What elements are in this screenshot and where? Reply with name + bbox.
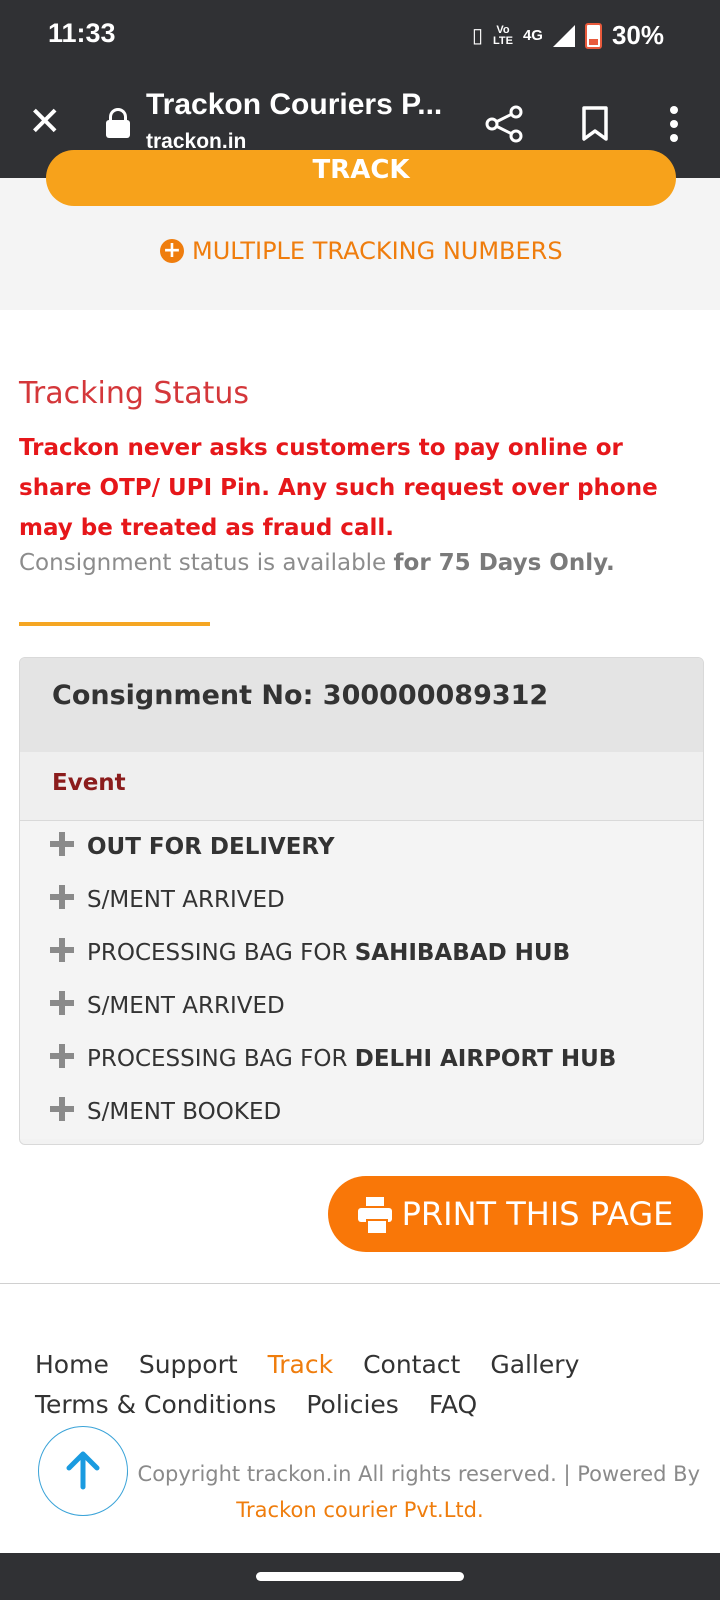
footer-divider	[0, 1283, 720, 1284]
signal-icon	[552, 24, 575, 47]
section-divider	[19, 622, 210, 626]
footer-nav: Home Support Track Contact Gallery	[35, 1350, 579, 1379]
copyright-text: © Copyright trackon.in All rights reserv…	[109, 1462, 700, 1486]
event-row[interactable]: OUT FOR DELIVERY	[20, 821, 703, 875]
event-text: S/MENT ARRIVED	[87, 993, 285, 1019]
print-page-button[interactable]: PRINT THIS PAGE	[328, 1176, 703, 1252]
expand-plus-icon[interactable]	[50, 1097, 74, 1121]
arrow-up-icon	[66, 1451, 100, 1490]
event-row[interactable]: S/MENT ARRIVED	[20, 874, 703, 928]
expand-plus-icon[interactable]	[50, 938, 74, 962]
footer-link-policies[interactable]: Policies	[306, 1390, 398, 1419]
status-time: 11:33	[48, 18, 116, 48]
event-text: PROCESSING BAG FOR	[87, 1046, 355, 1072]
battery-icon	[584, 22, 602, 49]
availability-note: Consignment status is available for 75 D…	[19, 550, 615, 576]
consignment-number: Consignment No: 300000089312	[52, 680, 549, 711]
event-text: S/MENT ARRIVED	[87, 887, 285, 913]
close-tab-icon[interactable]: ✕	[28, 100, 62, 144]
multiple-tracking-label: MULTIPLE TRACKING NUMBERS	[192, 237, 563, 265]
vibrate-icon: ▯	[471, 25, 483, 47]
footer-link-track[interactable]: Track	[268, 1350, 333, 1379]
footer-link-support[interactable]: Support	[139, 1350, 238, 1379]
bookmark-icon[interactable]	[582, 106, 608, 142]
footer-link-terms[interactable]: Terms & Conditions	[35, 1390, 276, 1419]
plus-circle-icon: +	[160, 239, 184, 263]
event-text: PROCESSING BAG FOR	[87, 940, 355, 966]
print-page-label: PRINT THIS PAGE	[401, 1195, 674, 1233]
event-row[interactable]: S/MENT BOOKED	[20, 1086, 703, 1139]
consignment-header: Consignment No: 300000089312	[20, 658, 703, 752]
more-options-icon[interactable]	[669, 106, 679, 142]
printer-icon	[357, 1197, 392, 1235]
expand-plus-icon[interactable]	[50, 1044, 74, 1068]
battery-percent: 30%	[611, 20, 664, 50]
expand-plus-icon[interactable]	[50, 991, 74, 1015]
status-icons: ▯ Vo LTE 4G 30%	[472, 20, 664, 51]
event-text-bold: DELHI AIRPORT HUB	[354, 1046, 617, 1072]
event-text-bold: SAHIBABAD HUB	[354, 940, 571, 966]
home-gesture-handle[interactable]	[256, 1572, 464, 1581]
availability-prefix: Consignment status is available	[19, 550, 394, 576]
footer-nav-secondary: Terms & Conditions Policies FAQ	[35, 1390, 477, 1419]
footer-link-contact[interactable]: Contact	[363, 1350, 460, 1379]
share-icon[interactable]	[484, 104, 524, 144]
volte-icon: Vo LTE	[492, 23, 513, 47]
event-text-bold: OUT FOR DELIVERY	[87, 834, 335, 860]
footer-link-home[interactable]: Home	[35, 1350, 109, 1379]
fraud-warning: Trackon never asks customers to pay onli…	[19, 435, 658, 541]
event-row[interactable]: PROCESSING BAG FOR SAHIBABAD HUB	[20, 927, 703, 981]
event-text: S/MENT BOOKED	[87, 1099, 282, 1125]
event-row[interactable]: S/MENT ARRIVED	[20, 980, 703, 1034]
expand-plus-icon[interactable]	[50, 832, 74, 856]
expand-plus-icon[interactable]	[50, 885, 74, 909]
multiple-tracking-link[interactable]: + MULTIPLE TRACKING NUMBERS	[160, 237, 563, 265]
event-row[interactable]: PROCESSING BAG FOR DELHI AIRPORT HUB	[20, 1033, 703, 1087]
footer-link-faq[interactable]: FAQ	[429, 1390, 477, 1419]
event-column-header: Event	[20, 752, 703, 821]
event-label: Event	[52, 770, 126, 796]
track-button[interactable]: TRACK	[46, 150, 676, 206]
browser-page-title[interactable]: Trackon Couriers P...	[146, 88, 442, 122]
footer-link-gallery[interactable]: Gallery	[490, 1350, 579, 1379]
consignment-card: Consignment No: 300000089312 Event OUT F…	[19, 657, 704, 1145]
scroll-to-top-button[interactable]	[38, 1426, 128, 1516]
network-type: 4G	[522, 27, 543, 44]
tracking-status-title: Tracking Status	[19, 376, 250, 411]
availability-days: for 75 Days Only.	[393, 550, 615, 576]
